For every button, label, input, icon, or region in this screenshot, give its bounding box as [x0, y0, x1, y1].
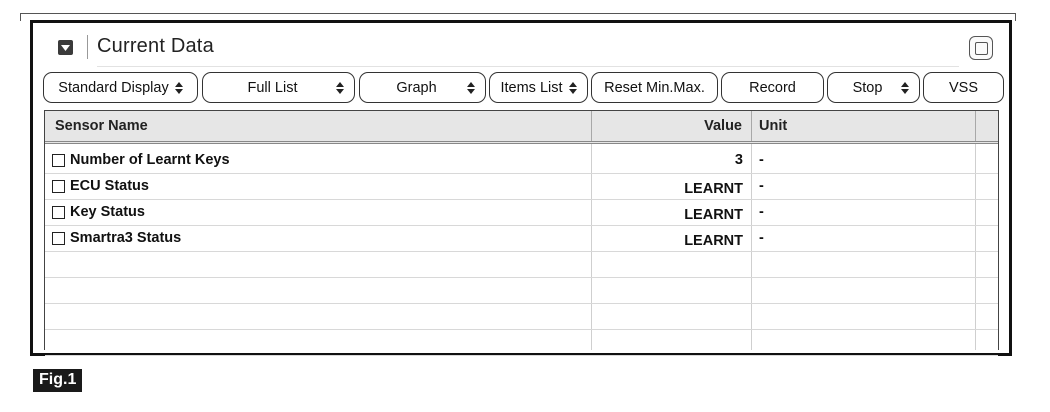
standard-display-select[interactable]: Standard Display [43, 72, 198, 103]
reset-min-max-button[interactable]: Reset Min.Max. [591, 72, 718, 103]
checkbox-icon[interactable] [52, 205, 65, 219]
up-down-arrows-icon [568, 81, 577, 94]
up-down-arrows-icon [174, 81, 183, 94]
items-list-label: Items List [500, 79, 563, 96]
sensor-name: Smartra3 Status [70, 230, 182, 246]
graph-label: Graph [396, 79, 437, 96]
table-header: Sensor Name Value Unit [45, 111, 998, 144]
vss-label: VSS [948, 79, 978, 96]
checkbox-icon[interactable] [52, 153, 65, 167]
reset-min-max-label: Reset Min.Max. [604, 79, 705, 96]
standard-display-label: Standard Display [58, 79, 169, 96]
checkbox-icon[interactable] [52, 231, 65, 245]
table-row[interactable]: Smartra3 Status LEARNT - [45, 225, 998, 252]
sensor-unit: - [759, 152, 764, 168]
vss-button[interactable]: VSS [923, 72, 1004, 103]
panel-title-bar: Current Data [33, 23, 1009, 71]
current-data-panel: Current Data Standard Display Full List … [30, 20, 1012, 356]
full-list-label: Full List [247, 79, 298, 96]
page-top-tick-right [1015, 13, 1016, 21]
table-row[interactable]: ECU Status LEARNT - [45, 173, 998, 200]
header-divider [591, 111, 592, 141]
table-row-empty [45, 251, 998, 278]
header-divider [975, 111, 976, 141]
panel-title: Current Data [97, 35, 214, 57]
column-header-sensor-name[interactable]: Sensor Name [55, 111, 148, 141]
page-top-tick-left [20, 13, 21, 21]
graph-select[interactable]: Graph [359, 72, 486, 103]
sensor-name: Number of Learnt Keys [70, 152, 230, 168]
table-row[interactable]: Key Status LEARNT - [45, 199, 998, 226]
checkbox-icon[interactable] [52, 179, 65, 193]
collapse-square-icon[interactable] [58, 40, 73, 55]
stop-label: Stop [852, 79, 883, 96]
full-list-select[interactable]: Full List [202, 72, 355, 103]
record-label: Record [749, 79, 796, 96]
column-header-value[interactable]: Value [592, 111, 742, 141]
toolbar: Standard Display Full List Graph Items L… [43, 72, 1004, 104]
sensor-name: Key Status [70, 204, 145, 220]
sensor-unit: - [759, 204, 764, 220]
sensor-data-table: Sensor Name Value Unit Number of Learnt … [44, 110, 999, 356]
items-list-select[interactable]: Items List [489, 72, 588, 103]
table-row-empty [45, 329, 998, 356]
record-button[interactable]: Record [721, 72, 824, 103]
sensor-unit: - [759, 178, 764, 194]
sensor-unit: - [759, 230, 764, 246]
page-top-rule [20, 13, 1016, 14]
title-separator [87, 35, 88, 59]
sensor-name: ECU Status [70, 178, 149, 194]
column-header-unit[interactable]: Unit [759, 111, 787, 141]
up-down-arrows-icon [467, 81, 475, 94]
sensor-value: 3 [734, 152, 743, 168]
maximize-window-icon[interactable] [969, 36, 993, 60]
stop-select[interactable]: Stop [827, 72, 920, 103]
table-row[interactable]: Number of Learnt Keys 3 - [45, 147, 998, 174]
table-row-empty [45, 277, 998, 304]
figure-label: Fig.1 [33, 369, 83, 392]
header-divider [751, 111, 752, 141]
up-down-arrows-icon [336, 81, 344, 94]
up-down-arrows-icon [901, 81, 909, 94]
table-row-empty [45, 303, 998, 330]
title-underline [97, 66, 959, 67]
